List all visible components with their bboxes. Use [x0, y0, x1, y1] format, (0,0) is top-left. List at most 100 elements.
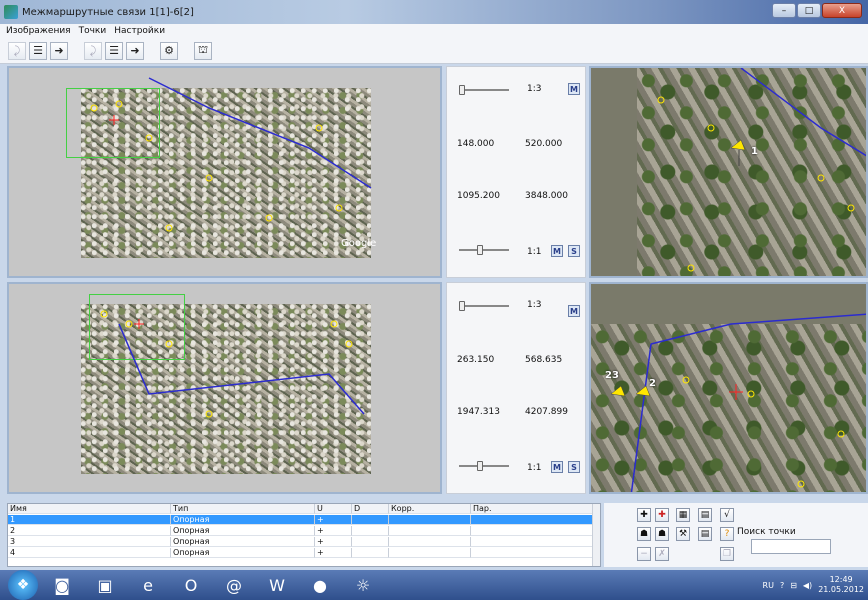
coord-y1: 520.000	[525, 139, 563, 149]
points-table: Имя Тип U D Корр. Пар. 1 Опорная + 2 Опорна…	[7, 503, 601, 567]
overview-image-top[interactable]: Google	[7, 66, 442, 278]
point-controls: ✚ ✚ ▦ ▤ √ ☗ ☗ ⚒ ▤ ? − ✗ ❐ Поиск точки	[604, 503, 868, 567]
coord-x1: 148.000	[457, 139, 495, 149]
zoom-large-label: 1:1	[527, 247, 542, 257]
app-ball-icon[interactable]: ●	[301, 571, 339, 599]
m-button[interactable]: M	[568, 83, 580, 95]
zoom-slider-large[interactable]	[459, 245, 509, 255]
list-b-icon[interactable]: ☰	[105, 41, 123, 60]
m-button[interactable]: M	[568, 305, 580, 317]
arrow-b-icon[interactable]: ➜	[126, 41, 144, 60]
pane-controls-bottom: 1:3 M 263.150 568.635 1947.313 4207.899 …	[446, 282, 586, 494]
add-red-point-icon[interactable]: ✚	[655, 508, 669, 522]
point-markers	[100, 310, 353, 418]
person-icon[interactable]: ☗	[637, 527, 651, 541]
grid2-icon[interactable]: ▤	[698, 527, 712, 541]
menu-bar: Изображения Точки Настройки	[0, 24, 868, 38]
remove-icon[interactable]: −	[637, 547, 651, 561]
app-icon	[4, 5, 18, 19]
coord-y1: 568.635	[525, 355, 563, 365]
island-app-icon[interactable]: ☼	[344, 571, 382, 599]
table-scrollbar[interactable]	[592, 504, 600, 566]
help-icon[interactable]: ?	[720, 527, 734, 541]
app-at-icon[interactable]: @	[215, 571, 253, 599]
coord-x2: 1095.200	[457, 191, 500, 201]
point-label: 23	[605, 370, 619, 381]
col-u[interactable]: U	[315, 504, 352, 514]
zoom-small-label: 1:3	[527, 84, 542, 94]
explorer-icon[interactable]: ▣	[86, 571, 124, 599]
coord-y2: 4207.899	[525, 407, 568, 417]
menu-images[interactable]: Изображения	[6, 26, 71, 36]
toolbar: ⤸ ☰ ➜ ⤸ ☰ ➜ ⚙ ⛫	[0, 38, 868, 64]
table-header: Имя Тип U D Корр. Пар.	[8, 504, 594, 514]
menu-settings[interactable]: Настройки	[114, 26, 165, 36]
col-d[interactable]: D	[352, 504, 389, 514]
window-controls: – □ X	[772, 3, 862, 18]
point-markers	[610, 376, 845, 488]
maximize-button[interactable]: □	[797, 3, 821, 18]
tower-icon[interactable]: ⛫	[194, 41, 212, 60]
google-watermark: Google	[341, 238, 377, 249]
zoom-small-label: 1:3	[527, 300, 542, 310]
m-button[interactable]: M	[551, 245, 563, 257]
tools-icon[interactable]: ⚒	[676, 527, 690, 541]
table-row[interactable]: 3 Опорная +	[8, 537, 594, 547]
s-button[interactable]: S	[568, 245, 580, 257]
table-row[interactable]: 2 Опорная +	[8, 526, 594, 536]
col-par[interactable]: Пар.	[471, 504, 594, 514]
overview-image-bottom[interactable]	[7, 282, 442, 494]
table-row[interactable]: 1 Опорная +	[8, 515, 594, 525]
col-corr[interactable]: Корр.	[389, 504, 471, 514]
zoom-slider-large[interactable]	[459, 461, 509, 471]
table-row[interactable]: 4 Опорная +	[8, 548, 594, 558]
title-bar: Межмаршрутные связи 1[1]-6[2] – □ X	[0, 0, 868, 24]
close-button[interactable]: X	[822, 3, 862, 18]
search-label: Поиск точки	[737, 527, 796, 537]
s-button[interactable]: S	[568, 461, 580, 473]
network-icon[interactable]: ⚙	[160, 41, 178, 60]
language-indicator[interactable]: RU	[763, 581, 774, 590]
menu-points[interactable]: Точки	[79, 26, 107, 36]
taskbar: ❖ ◙ ▣ e O @ W ● ☼ RU ? ⊟ ◀) 12:49 21.05.…	[0, 570, 868, 600]
system-tray: RU ? ⊟ ◀) 12:49 21.05.2012	[763, 570, 868, 600]
coord-x2: 1947.313	[457, 407, 500, 417]
arrow-a-icon[interactable]: ➜	[50, 41, 68, 60]
col-type[interactable]: Тип	[171, 504, 315, 514]
toggle-a-icon[interactable]: ⤸	[8, 41, 26, 60]
zoom-slider-small[interactable]	[459, 301, 509, 311]
volume-icon[interactable]: ◀)	[803, 581, 812, 590]
point-markers	[90, 100, 343, 232]
pin-disabled-icon[interactable]: ✗	[655, 547, 669, 561]
calculator-icon[interactable]: ▦	[676, 508, 690, 522]
point-markers	[657, 96, 855, 272]
copy-icon[interactable]: ❐	[720, 547, 734, 561]
add-point-icon[interactable]: ✚	[637, 508, 651, 522]
col-name[interactable]: Имя	[8, 504, 171, 514]
opera-icon[interactable]: O	[172, 571, 210, 599]
outlook-icon[interactable]: ◙	[43, 571, 81, 599]
search-input[interactable]	[751, 539, 831, 554]
point-label: 2	[649, 378, 656, 389]
start-button[interactable]: ❖	[8, 570, 38, 600]
zoom-slider-small[interactable]	[459, 85, 509, 95]
zoom-large-label: 1:1	[527, 463, 542, 473]
zoom-image-top[interactable]: 1	[589, 66, 868, 278]
pane-controls-top: 1:3 M 148.000 520.000 1095.200 3848.000 …	[446, 66, 586, 278]
point-label: 1	[751, 146, 758, 157]
clock[interactable]: 12:49 21.05.2012	[818, 575, 864, 595]
list-a-icon[interactable]: ☰	[29, 41, 47, 60]
network-icon[interactable]: ⊟	[790, 581, 797, 590]
minimize-button[interactable]: –	[772, 3, 796, 18]
coord-y2: 3848.000	[525, 191, 568, 201]
ie-icon[interactable]: e	[129, 571, 167, 599]
person-red-icon[interactable]: ☗	[655, 527, 669, 541]
word-icon[interactable]: W	[258, 571, 296, 599]
sqrt-icon[interactable]: √	[720, 508, 734, 522]
window-title: Межмаршрутные связи 1[1]-6[2]	[22, 6, 194, 18]
help-icon[interactable]: ?	[780, 581, 784, 590]
m-button[interactable]: M	[551, 461, 563, 473]
zoom-image-bottom[interactable]: 23 2	[589, 282, 868, 494]
grid-icon[interactable]: ▤	[698, 508, 712, 522]
toggle-b-icon[interactable]: ⤸	[84, 41, 102, 60]
